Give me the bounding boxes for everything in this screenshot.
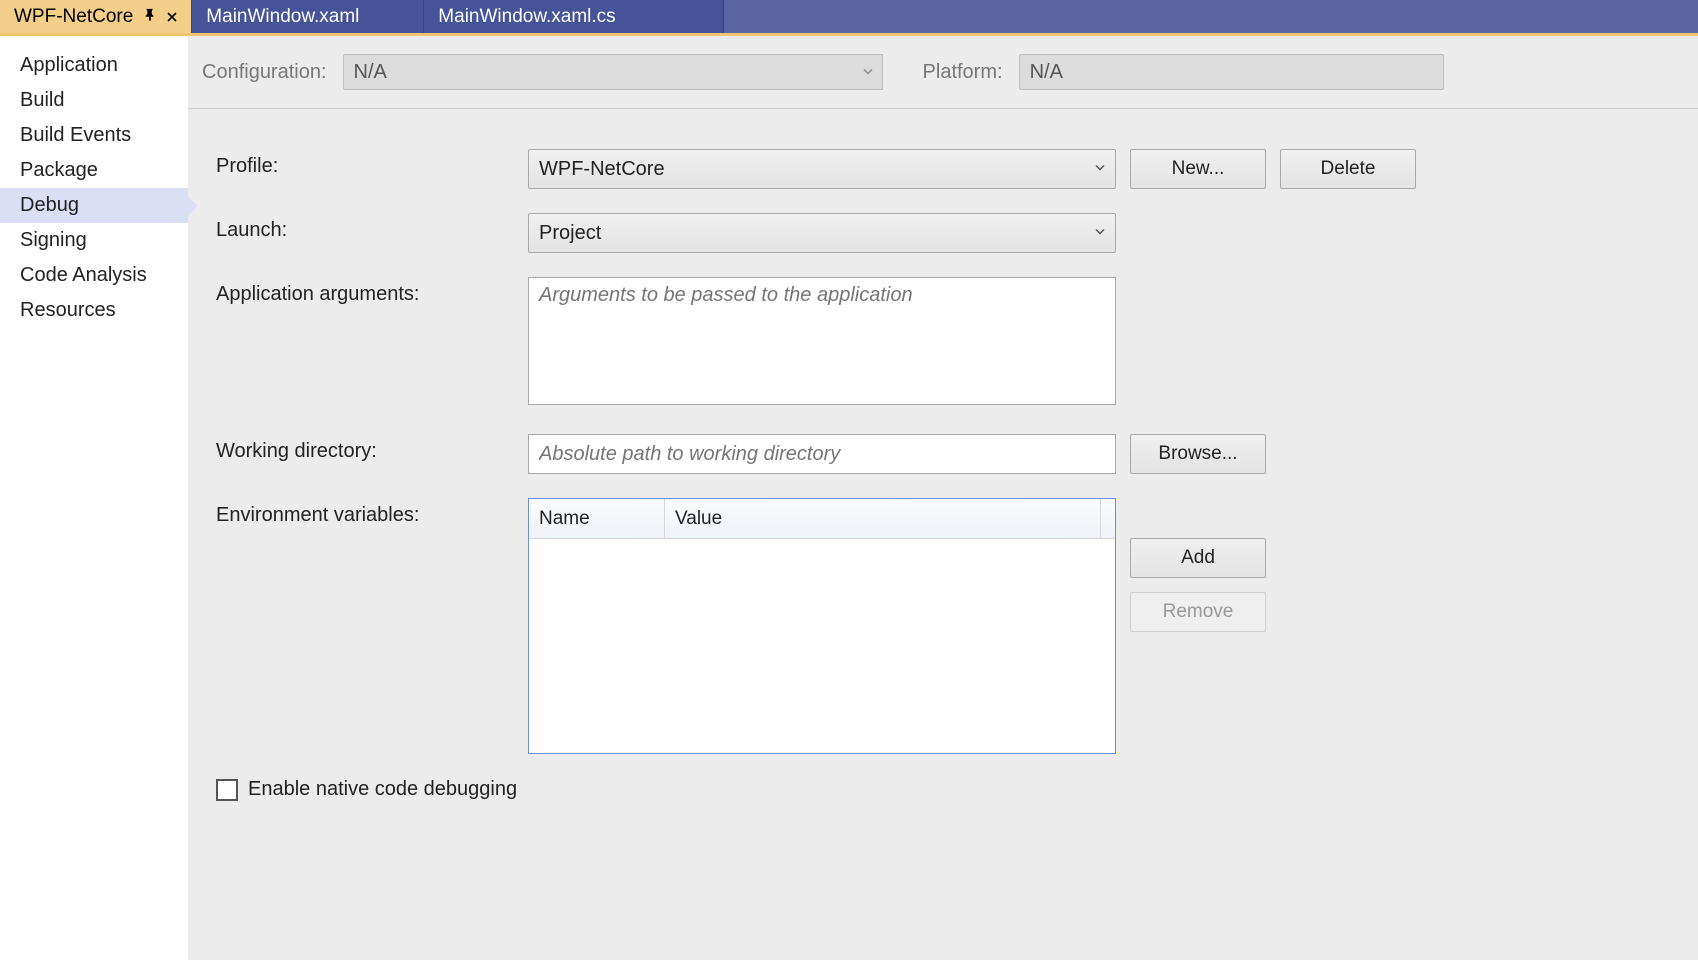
native-debug-label: Enable native code debugging — [248, 778, 517, 801]
browse-button[interactable]: Browse... — [1130, 434, 1266, 474]
chevron-down-icon — [862, 61, 874, 84]
debug-property-page: Configuration: N/A Platform: N/A Profile… — [188, 36, 1698, 960]
sidebar-item-application[interactable]: Application — [0, 48, 188, 83]
tab-label: MainWindow.xaml.cs — [438, 6, 615, 28]
configuration-value: N/A — [354, 61, 387, 84]
profile-select[interactable]: WPF-NetCore — [528, 149, 1116, 189]
env-column-name[interactable]: Name — [529, 499, 665, 538]
tab-label: MainWindow.xaml — [206, 6, 359, 28]
tab-label: WPF-NetCore — [14, 6, 133, 28]
new-profile-button[interactable]: New... — [1130, 149, 1266, 189]
delete-profile-button[interactable]: Delete — [1280, 149, 1416, 189]
platform-select[interactable]: N/A — [1019, 54, 1444, 90]
sidebar-item-build-events[interactable]: Build Events — [0, 118, 188, 153]
application-arguments-input[interactable] — [528, 277, 1116, 405]
args-label: Application arguments: — [216, 277, 528, 306]
native-debug-checkbox[interactable] — [216, 779, 238, 801]
env-grid-header: Name Value — [529, 499, 1115, 539]
environment-variables-grid[interactable]: Name Value — [528, 498, 1116, 754]
add-env-button[interactable]: Add — [1130, 538, 1266, 578]
sidebar-item-debug[interactable]: Debug — [0, 188, 188, 223]
document-tabs: WPF-NetCore MainWindow.xaml MainWindow.x… — [0, 0, 1698, 36]
close-icon[interactable] — [167, 9, 177, 25]
tab-xaml[interactable]: MainWindow.xaml — [192, 0, 424, 33]
env-column-value[interactable]: Value — [665, 499, 1101, 538]
tab-xaml-cs[interactable]: MainWindow.xaml.cs — [424, 0, 724, 33]
sidebar-item-resources[interactable]: Resources — [0, 293, 188, 328]
launch-label: Launch: — [216, 213, 528, 242]
config-platform-bar: Configuration: N/A Platform: N/A — [188, 36, 1698, 109]
profile-label: Profile: — [216, 149, 528, 178]
env-column-spacer — [1101, 499, 1115, 538]
envvars-label: Environment variables: — [216, 498, 528, 527]
pin-icon[interactable] — [143, 8, 157, 25]
configuration-label: Configuration: — [202, 61, 327, 84]
sidebar-item-package[interactable]: Package — [0, 153, 188, 188]
platform-label: Platform: — [923, 61, 1003, 84]
configuration-select[interactable]: N/A — [343, 54, 883, 90]
working-directory-input[interactable] — [528, 434, 1116, 474]
platform-value: N/A — [1030, 61, 1063, 84]
launch-select[interactable]: Project — [528, 213, 1116, 253]
native-debug-row[interactable]: Enable native code debugging — [216, 778, 1698, 801]
sidebar-item-build[interactable]: Build — [0, 83, 188, 118]
sidebar-item-signing[interactable]: Signing — [0, 223, 188, 258]
workdir-label: Working directory: — [216, 434, 528, 463]
project-properties-window: WPF-NetCore MainWindow.xaml MainWindow.x… — [0, 0, 1698, 960]
sidebar-item-code-analysis[interactable]: Code Analysis — [0, 258, 188, 293]
remove-env-button[interactable]: Remove — [1130, 592, 1266, 632]
property-page-sidebar: Application Build Build Events Package D… — [0, 36, 188, 960]
tab-project-properties[interactable]: WPF-NetCore — [0, 0, 192, 33]
